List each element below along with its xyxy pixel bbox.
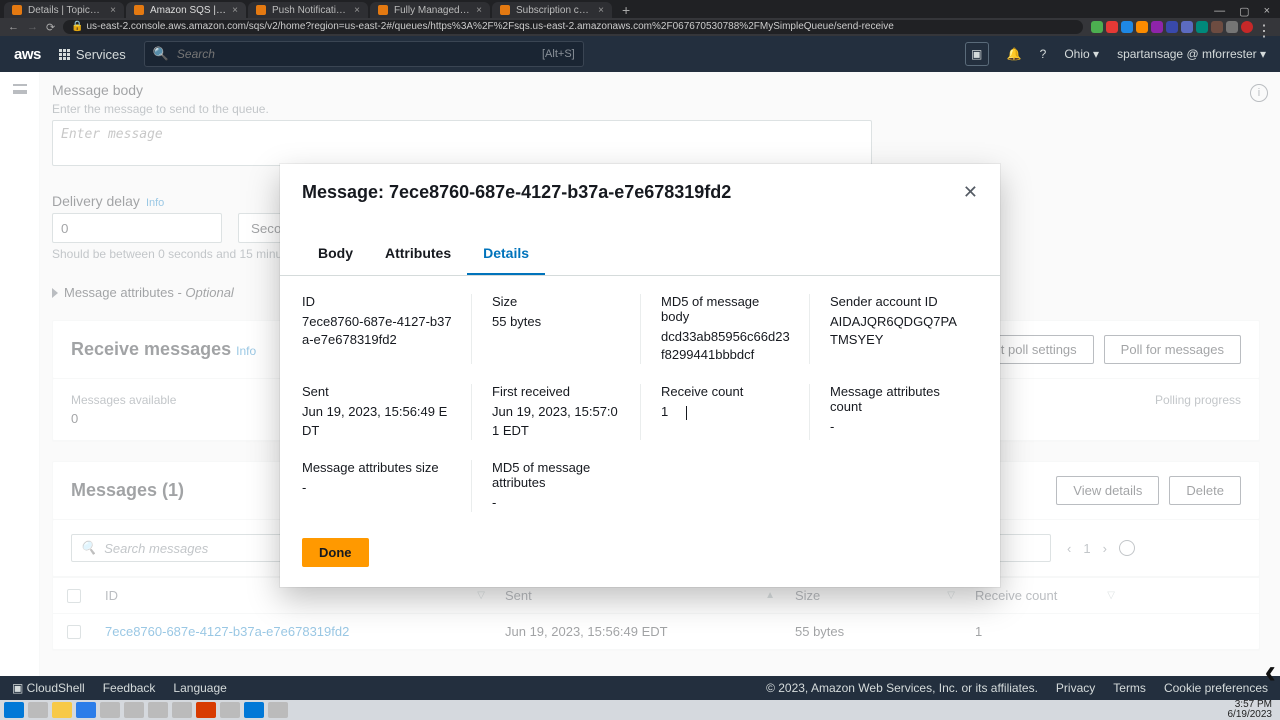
overlay-chevron-icon: ‹ xyxy=(1265,653,1276,692)
address-bar[interactable]: 🔒 us-east-2.console.aws.amazon.com/sqs/v… xyxy=(63,20,1083,34)
nav-forward-icon[interactable]: → xyxy=(27,21,38,33)
detail-value: AIDAJQR6QDGQ7PATMSYEY xyxy=(830,313,960,349)
extension-icon[interactable] xyxy=(1226,21,1238,33)
detail-value: 7ece8760-687e-4127-b37a-e7e678319fd2 xyxy=(302,313,453,349)
browser-tab[interactable]: Push Notification Service - Am× xyxy=(248,2,368,18)
detail-value: - xyxy=(492,494,622,512)
window-maximize-icon[interactable]: ▢ xyxy=(1239,5,1249,18)
detail-label: ID xyxy=(302,294,453,309)
detail-value: dcd33ab85956c66d23f8299441bbbdcf xyxy=(661,328,791,364)
tab-details[interactable]: Details xyxy=(467,235,545,275)
nav-back-icon[interactable]: ← xyxy=(8,21,19,33)
chrome-menu-icon[interactable]: ⋮ xyxy=(1256,21,1272,33)
search-input[interactable] xyxy=(177,47,534,61)
close-icon[interactable]: ✕ xyxy=(963,182,978,203)
taskbar-app[interactable] xyxy=(100,702,120,718)
extension-icon[interactable] xyxy=(1181,21,1193,33)
browser-tab[interactable]: Amazon SQS | Send and receive× xyxy=(126,2,246,18)
tab-close-icon[interactable]: × xyxy=(476,5,482,16)
detail-value: - xyxy=(302,479,453,497)
taskbar-app[interactable] xyxy=(28,702,48,718)
aws-logo[interactable]: aws xyxy=(14,46,41,63)
start-button[interactable] xyxy=(4,702,24,718)
new-tab-button[interactable]: + xyxy=(614,2,638,18)
taskbar-app[interactable] xyxy=(124,702,144,718)
modal-title: Message: 7ece8760-687e-4127-b37a-e7e6783… xyxy=(302,182,731,203)
cloudshell-link[interactable]: ▣ CloudShell xyxy=(12,681,85,695)
account-menu[interactable]: spartansage @ mforrester ▾ xyxy=(1117,47,1266,61)
taskbar-app[interactable] xyxy=(52,702,72,718)
detail-label: Sent xyxy=(302,384,453,399)
taskbar-app[interactable] xyxy=(172,702,192,718)
extension-icon[interactable] xyxy=(1151,21,1163,33)
detail-label: First received xyxy=(492,384,622,399)
tab-close-icon[interactable]: × xyxy=(232,5,238,16)
privacy-link[interactable]: Privacy xyxy=(1056,681,1095,695)
extension-icon[interactable] xyxy=(1166,21,1178,33)
copyright: © 2023, Amazon Web Services, Inc. or its… xyxy=(766,681,1038,695)
extension-icons: ⋮ xyxy=(1091,21,1272,33)
browser-tab[interactable]: Details | Topics | Amazon SNS× xyxy=(4,2,124,18)
text-cursor xyxy=(686,406,687,420)
window-close-icon[interactable]: × xyxy=(1264,5,1270,18)
console-search[interactable]: 🔍 [Alt+S] xyxy=(144,41,584,67)
detail-value: - xyxy=(830,418,960,436)
message-details-modal: Message: 7ece8760-687e-4127-b37a-e7e6783… xyxy=(280,164,1000,587)
extension-icon[interactable] xyxy=(1211,21,1223,33)
done-button[interactable]: Done xyxy=(302,538,369,567)
browser-tab[interactable]: Fully Managed Message Queu× xyxy=(370,2,490,18)
taskbar-clock[interactable]: 3:57 PM6/19/2023 xyxy=(1228,700,1277,720)
nav-reload-icon[interactable]: ⟳ xyxy=(46,21,55,34)
extension-icon[interactable] xyxy=(1106,21,1118,33)
extension-icon[interactable] xyxy=(1136,21,1148,33)
detail-label: MD5 of message body xyxy=(661,294,791,324)
tab-attributes[interactable]: Attributes xyxy=(369,235,467,275)
detail-label: Message attributes count xyxy=(830,384,960,414)
detail-value: 55 bytes xyxy=(492,313,622,331)
grid-icon xyxy=(59,49,70,60)
extension-icon[interactable] xyxy=(1121,21,1133,33)
taskbar-app[interactable] xyxy=(244,702,264,718)
search-shortcut: [Alt+S] xyxy=(542,48,575,60)
feedback-link[interactable]: Feedback xyxy=(103,681,156,695)
notifications-icon[interactable]: 🔔 xyxy=(1007,47,1022,61)
detail-value: Jun 19, 2023, 15:57:01 EDT xyxy=(492,403,622,439)
detail-label: Sender account ID xyxy=(830,294,960,309)
detail-label: Message attributes size xyxy=(302,460,453,475)
extension-icon[interactable] xyxy=(1196,21,1208,33)
extension-icon[interactable] xyxy=(1091,21,1103,33)
taskbar-app[interactable] xyxy=(268,702,288,718)
browser-tab-strip: Details | Topics | Amazon SNS× Amazon SQ… xyxy=(0,0,1280,18)
taskbar-app[interactable] xyxy=(76,702,96,718)
taskbar-app[interactable] xyxy=(220,702,240,718)
language-link[interactable]: Language xyxy=(173,681,226,695)
services-menu[interactable]: Services xyxy=(59,47,126,62)
search-icon: 🔍 xyxy=(153,46,169,62)
detail-label: Size xyxy=(492,294,622,309)
window-minimize-icon[interactable]: — xyxy=(1214,5,1225,18)
taskbar-app[interactable] xyxy=(196,702,216,718)
detail-label: Receive count xyxy=(661,384,791,399)
aws-footer: ▣ CloudShell Feedback Language © 2023, A… xyxy=(0,676,1280,700)
help-icon[interactable]: ? xyxy=(1040,47,1047,61)
browser-tab[interactable]: Subscription confirm× xyxy=(492,2,612,18)
taskbar-app[interactable] xyxy=(148,702,168,718)
tab-body[interactable]: Body xyxy=(302,235,369,275)
terms-link[interactable]: Terms xyxy=(1113,681,1146,695)
tab-close-icon[interactable]: × xyxy=(598,5,604,16)
avatar-icon[interactable] xyxy=(1241,21,1253,33)
detail-label: MD5 of message attributes xyxy=(492,460,622,490)
aws-console-header: aws Services 🔍 [Alt+S] ▣ 🔔 ? Ohio ▾ spar… xyxy=(0,36,1280,72)
cookie-prefs-link[interactable]: Cookie preferences xyxy=(1164,681,1268,695)
cloudshell-icon[interactable]: ▣ xyxy=(965,42,989,66)
detail-value: 1 xyxy=(661,403,791,421)
tab-close-icon[interactable]: × xyxy=(354,5,360,16)
detail-value: Jun 19, 2023, 15:56:49 EDT xyxy=(302,403,453,439)
tab-close-icon[interactable]: × xyxy=(110,5,116,16)
region-selector[interactable]: Ohio ▾ xyxy=(1064,47,1099,61)
windows-taskbar: 3:57 PM6/19/2023 xyxy=(0,700,1280,720)
